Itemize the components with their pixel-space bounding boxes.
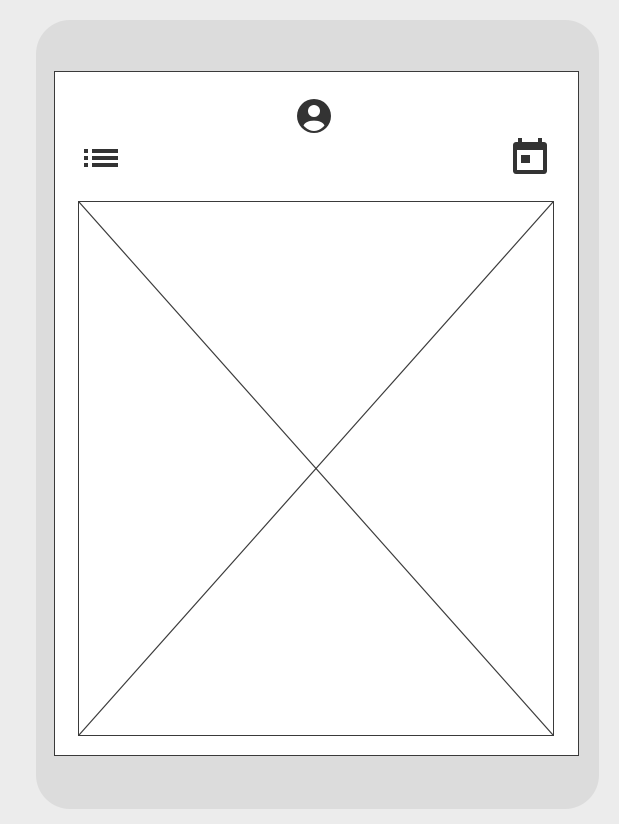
device-screen — [54, 71, 579, 756]
image-placeholder — [78, 201, 554, 736]
profile-icon[interactable] — [293, 95, 335, 137]
menu-icon[interactable] — [82, 145, 120, 171]
calendar-icon[interactable] — [509, 135, 551, 177]
